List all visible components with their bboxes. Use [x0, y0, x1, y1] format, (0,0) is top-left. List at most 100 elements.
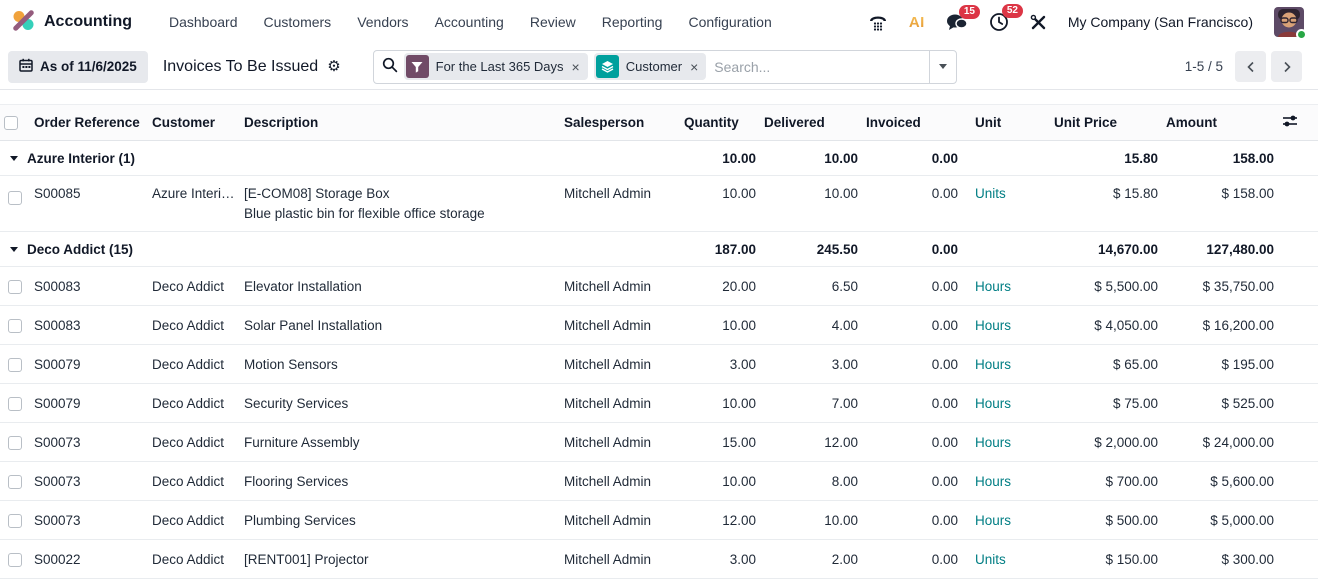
cell-unit-link[interactable]: Hours [975, 279, 1011, 294]
groupby-facet[interactable]: Customer × [594, 53, 707, 80]
cell-unit-link[interactable]: Hours [975, 435, 1011, 450]
row-checkbox[interactable] [8, 358, 22, 372]
cell-unit-link[interactable]: Hours [975, 318, 1011, 333]
row-checkbox[interactable] [8, 319, 22, 333]
cell-amount: $ 16,200.00 [1162, 306, 1278, 345]
menu-configuration[interactable]: Configuration [675, 8, 784, 36]
tools-icon[interactable] [1030, 14, 1047, 31]
group-total-delivered: 245.50 [760, 232, 862, 267]
group-collapse-caret-icon[interactable] [10, 247, 18, 252]
systray: AI 15 52 My Company (San Francisco) [868, 7, 1304, 37]
app-brand[interactable]: Accounting [12, 9, 132, 35]
table-row[interactable]: S00083 Deco Addict Elevator Installation… [0, 267, 1318, 306]
cell-description: Elevator Installation [240, 267, 560, 306]
header-order-reference[interactable]: Order Reference [30, 105, 148, 141]
header-invoiced[interactable]: Invoiced [862, 105, 962, 141]
pager-next-button[interactable] [1271, 51, 1302, 82]
cell-salesperson: Mitchell Admin [560, 267, 680, 306]
group-label: Deco Addict (15) [27, 242, 133, 257]
activities-icon[interactable]: 52 [989, 12, 1009, 32]
menu-customers[interactable]: Customers [251, 8, 345, 36]
adjust-columns-icon[interactable] [1282, 116, 1298, 131]
cell-unit-link[interactable]: Hours [975, 357, 1011, 372]
table-row[interactable]: S00083 Deco Addict Solar Panel Installat… [0, 306, 1318, 345]
table-row[interactable]: S00079 Deco Addict Security Services Mit… [0, 384, 1318, 423]
control-panel: As of 11/6/2025 Invoices To Be Issued ⚙ … [0, 44, 1318, 90]
menu-reporting[interactable]: Reporting [589, 8, 676, 36]
header-amount[interactable]: Amount [1162, 105, 1278, 141]
menu-accounting[interactable]: Accounting [422, 8, 517, 36]
table-row[interactable]: S00073 Deco Addict Flooring Services Mit… [0, 462, 1318, 501]
cell-unit-price: $ 500.00 [1050, 501, 1162, 540]
group-row-azure-interior[interactable]: Azure Interior (1) 10.00 10.00 0.00 15.8… [0, 141, 1318, 176]
filter-facet[interactable]: For the Last 365 Days × [404, 53, 588, 80]
header-optional-columns [1278, 105, 1318, 141]
messages-icon[interactable]: 15 [946, 13, 968, 31]
gear-icon[interactable]: ⚙ [327, 59, 340, 74]
ai-icon[interactable]: AI [909, 14, 925, 31]
cell-unit-link[interactable]: Hours [975, 396, 1011, 411]
voip-phone-icon[interactable] [868, 13, 888, 31]
cell-delivered: 3.00 [760, 345, 862, 384]
filter-facet-close-icon[interactable]: × [571, 60, 581, 74]
pager-range: 1-5 / 5 [1185, 59, 1223, 74]
cell-unit-price: $ 700.00 [1050, 462, 1162, 501]
header-unit-price[interactable]: Unit Price [1050, 105, 1162, 141]
cell-unit-link[interactable]: Units [975, 552, 1006, 567]
group-by-layers-icon [596, 55, 619, 78]
cell-description: Security Services [240, 384, 560, 423]
table-row[interactable]: S00022 Deco Addict [RENT001] Projector M… [0, 540, 1318, 579]
cell-customer: Deco Addict [148, 462, 240, 501]
cell-customer: Deco Addict [148, 384, 240, 423]
header-customer[interactable]: Customer [148, 105, 240, 141]
table-row[interactable]: S00073 Deco Addict Furniture Assembly Mi… [0, 423, 1318, 462]
cell-quantity: 10.00 [680, 306, 760, 345]
search-input[interactable] [706, 59, 928, 75]
company-switcher[interactable]: My Company (San Francisco) [1068, 14, 1253, 30]
cell-description: [RENT001] Projector [240, 540, 560, 579]
header-delivered[interactable]: Delivered [760, 105, 862, 141]
cell-customer: Deco Addict [148, 306, 240, 345]
header-unit[interactable]: Unit [962, 105, 1050, 141]
group-collapse-caret-icon[interactable] [10, 156, 18, 161]
table-row[interactable]: S00079 Deco Addict Motion Sensors Mitche… [0, 345, 1318, 384]
header-description[interactable]: Description [240, 105, 560, 141]
cell-unit-link[interactable]: Hours [975, 513, 1011, 528]
group-label: Azure Interior (1) [27, 151, 135, 166]
search-dropdown-toggle[interactable] [929, 51, 956, 83]
cell-amount: $ 525.00 [1162, 384, 1278, 423]
cell-unit-link[interactable]: Hours [975, 474, 1011, 489]
app-name: Accounting [44, 13, 132, 31]
pager-previous-button[interactable] [1235, 51, 1266, 82]
row-checkbox[interactable] [8, 436, 22, 450]
online-status-dot [1296, 29, 1307, 40]
group-total-delivered: 10.00 [760, 141, 862, 176]
groupby-facet-close-icon[interactable]: × [689, 60, 699, 74]
group-row-deco-addict[interactable]: Deco Addict (15) 187.00 245.50 0.00 14,6… [0, 232, 1318, 267]
cell-unit-price: $ 2,000.00 [1050, 423, 1162, 462]
cell-description: Furniture Assembly [240, 423, 560, 462]
row-checkbox[interactable] [8, 514, 22, 528]
table-row[interactable]: S00073 Deco Addict Plumbing Services Mit… [0, 501, 1318, 540]
row-checkbox[interactable] [8, 191, 22, 205]
cell-quantity: 12.00 [680, 501, 760, 540]
table-row[interactable]: S00085 Azure Interi… [E-COM08] Storage B… [0, 176, 1318, 232]
cell-unit-link[interactable]: Units [975, 186, 1006, 201]
select-all-checkbox[interactable] [4, 116, 18, 130]
group-total-unit-price: 14,670.00 [1050, 232, 1162, 267]
menu-review[interactable]: Review [517, 8, 589, 36]
cell-quantity: 15.00 [680, 423, 760, 462]
cell-order-reference: S00073 [30, 501, 148, 540]
cell-customer: Deco Addict [148, 423, 240, 462]
user-avatar[interactable] [1274, 7, 1304, 37]
as-of-date-button[interactable]: As of 11/6/2025 [8, 51, 148, 83]
cell-delivered: 7.00 [760, 384, 862, 423]
row-checkbox[interactable] [8, 280, 22, 294]
header-quantity[interactable]: Quantity [680, 105, 760, 141]
header-salesperson[interactable]: Salesperson [560, 105, 680, 141]
menu-dashboard[interactable]: Dashboard [156, 8, 251, 36]
accounting-app-logo-icon [12, 9, 35, 35]
menu-vendors[interactable]: Vendors [344, 8, 421, 36]
row-checkbox[interactable] [8, 475, 22, 489]
row-checkbox[interactable] [8, 397, 22, 411]
